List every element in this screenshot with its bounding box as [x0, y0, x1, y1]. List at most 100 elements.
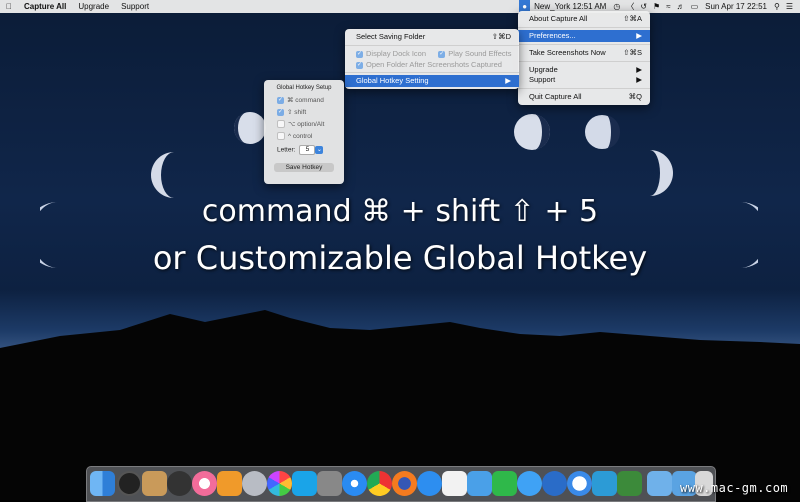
shift-label: ⇧ shift [287, 109, 307, 116]
watermark: www.mac-gm.com [680, 481, 789, 495]
flag-icon[interactable]: ⚑ [650, 0, 663, 13]
shift-checkbox[interactable]: ✓ [277, 108, 284, 116]
menu-separator [518, 27, 650, 28]
firefox-icon[interactable] [392, 471, 417, 496]
moon-5 [585, 115, 621, 149]
numbers-icon[interactable] [492, 471, 517, 496]
submenu-arrow-icon: ▶ [636, 75, 642, 84]
command-checkbox[interactable]: ✓ [277, 96, 284, 104]
submenu-arrow-icon: ▶ [505, 76, 511, 85]
open-folder-row: ✓ Open Folder After Screenshots Captured [345, 59, 519, 70]
finder-icon[interactable] [90, 471, 115, 496]
headline-line-2: or Customizable Global Hotkey [152, 239, 648, 277]
moon-2 [151, 152, 174, 198]
app-name-menu[interactable]: Capture All [18, 0, 72, 13]
disk-icon[interactable] [242, 471, 267, 496]
letter-label: Letter: [277, 146, 296, 154]
wifi-icon[interactable]: ≈ [663, 0, 673, 13]
list-icon[interactable]: ☰ [783, 0, 796, 13]
skype-icon[interactable] [292, 471, 317, 496]
open-folder-checkbox[interactable]: ✓ [356, 61, 363, 69]
global-hotkey-setting-item[interactable]: Global Hotkey Setting ▶ [345, 75, 519, 87]
display-dock-icon-checkbox[interactable]: ✓ [356, 50, 363, 58]
support-menu[interactable]: Support [115, 0, 155, 13]
photos-icon[interactable] [267, 471, 292, 496]
support-menu-item[interactable]: Support ▶ [518, 74, 650, 86]
preferences-menu-item[interactable]: Preferences... ▶ [518, 30, 650, 42]
xcode-icon[interactable] [467, 471, 492, 496]
control-label: ^ control [288, 133, 313, 140]
take-screenshots-menu-item[interactable]: Take Screenshots Now ⇧⌘S [518, 47, 650, 59]
display-dock-icon-label: Display Dock Icon [366, 49, 427, 58]
play-sound-label: Play Sound Effects [448, 49, 512, 58]
take-screenshots-shortcut: ⇧⌘S [623, 48, 642, 57]
launchpad-icon[interactable] [142, 471, 167, 496]
preferences-icon[interactable] [317, 471, 342, 496]
preferences-submenu: Select Saving Folder ⇧⌘D ✓ Display Dock Ic… [345, 29, 519, 89]
save-hotkey-button[interactable]: Save Hotkey [274, 163, 334, 172]
chrome-icon[interactable] [367, 471, 392, 496]
capture-all-menu: About Capture All ⇧⌘A Preferences... ▶ Tak… [518, 11, 650, 105]
folder-icon[interactable] [647, 471, 672, 496]
select-folder-shortcut: ⇧⌘D [491, 32, 511, 41]
package-icon[interactable] [617, 471, 642, 496]
quit-shortcut: ⌘Q [628, 92, 642, 101]
books-icon[interactable] [217, 471, 242, 496]
option-label: ⌥ option/Alt [288, 121, 325, 128]
command-row: ✓ ⌘ command [277, 96, 324, 106]
textedit-icon[interactable] [442, 471, 467, 496]
battery-icon[interactable]: ▭ [688, 0, 702, 13]
safari-icon[interactable] [342, 471, 367, 496]
messages-icon[interactable] [517, 471, 542, 496]
zip-icon[interactable] [167, 471, 192, 496]
dock [86, 466, 716, 502]
about-shortcut: ⇧⌘A [623, 14, 642, 23]
hex-icon[interactable] [542, 471, 567, 496]
menu-separator [518, 61, 650, 62]
appstore-icon[interactable] [417, 471, 442, 496]
volume-icon[interactable]: ♬ [674, 0, 688, 13]
moon-4 [514, 114, 551, 150]
hotkey-setting-label: Global Hotkey Setting [356, 76, 429, 85]
select-folder-label: Select Saving Folder [356, 32, 426, 41]
quit-label: Quit Capture All [529, 92, 582, 101]
upgrade-menu[interactable]: Upgrade [72, 0, 115, 13]
open-folder-label: Open Folder After Screenshots Captured [366, 60, 502, 69]
music-icon[interactable] [192, 471, 217, 496]
headline-line-1: command ⌘ + shift ⇧ + 5 [201, 194, 599, 229]
menu-separator [345, 45, 519, 46]
menu-separator [518, 44, 650, 45]
dashboard-app-icon[interactable] [592, 471, 617, 496]
option-row: ⌥ option/Alt [277, 120, 324, 130]
support-label: Support [529, 75, 556, 84]
command-label: ⌘ command [287, 97, 324, 104]
about-menu-item[interactable]: About Capture All ⇧⌘A [518, 13, 650, 25]
hotkey-setup-panel: Global Hotkey Setup ✓ ⌘ command ✓ ⇧ shift … [264, 80, 344, 184]
option-checkbox[interactable] [277, 120, 285, 129]
search-icon[interactable]: ⚲ [771, 0, 783, 13]
dock-sound-row: ✓ Display Dock Icon ✓ Play Sound Effects [345, 48, 519, 59]
upgrade-label: Upgrade [529, 65, 558, 74]
apple-icon[interactable]:  [0, 0, 18, 13]
play-sound-checkbox[interactable]: ✓ [438, 50, 446, 58]
select-saving-folder-item[interactable]: Select Saving Folder ⇧⌘D [345, 31, 519, 43]
submenu-arrow-icon: ▶ [636, 31, 642, 40]
clock-icon[interactable] [567, 471, 592, 496]
chevron-down-icon[interactable]: ⌄ [315, 146, 324, 154]
control-row: ^ control [277, 132, 312, 142]
shift-row: ✓ ⇧ shift [277, 108, 306, 118]
about-label: About Capture All [529, 14, 588, 23]
menu-separator [518, 88, 650, 89]
date-time[interactable]: Sun Apr 17 22:51 [701, 0, 771, 13]
menu-separator [345, 72, 519, 73]
quit-menu-item[interactable]: Quit Capture All ⌘Q [518, 91, 650, 103]
letter-select[interactable]: 5 [299, 145, 316, 155]
preferences-label: Preferences... [529, 31, 576, 40]
dashboard-icon[interactable] [117, 471, 142, 496]
control-checkbox[interactable] [277, 132, 285, 141]
moon-6 [650, 150, 673, 196]
menu-bar:  Capture All Upgrade Support ● New_York… [0, 0, 800, 13]
take-screenshots-label: Take Screenshots Now [529, 48, 606, 57]
panel-title: Global Hotkey Setup [276, 85, 332, 91]
letter-row: Letter: 5 ⌄ [277, 145, 324, 155]
